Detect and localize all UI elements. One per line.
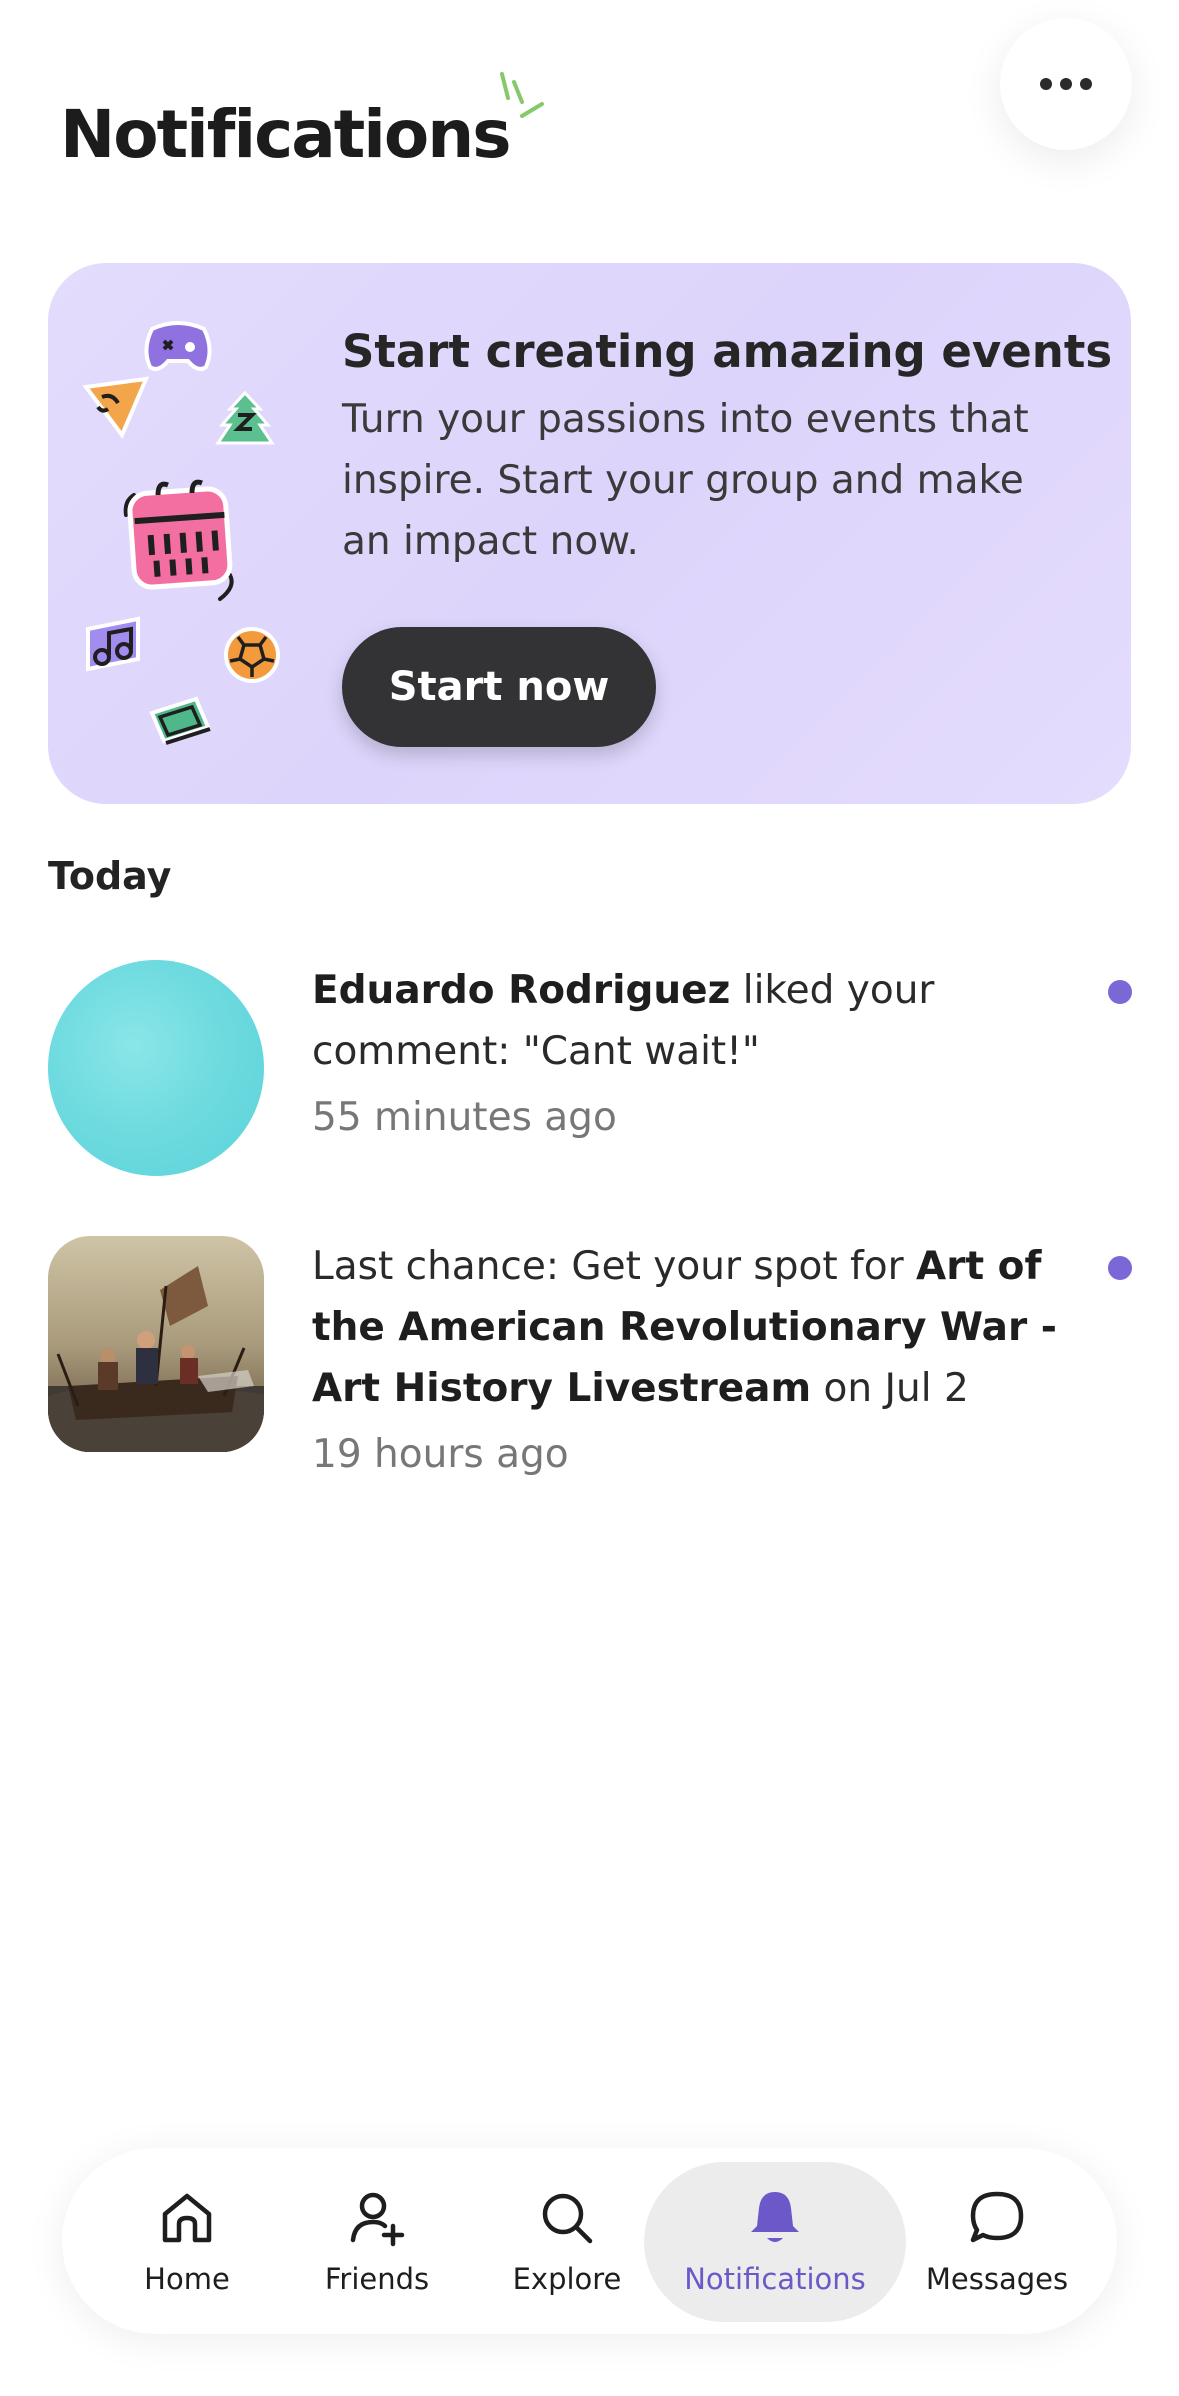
soccer-ball-icon (224, 627, 280, 683)
tab-notifications[interactable]: Notifications (644, 2148, 906, 2334)
promo-title: Start creating amazing events (342, 325, 1113, 378)
notification-suffix: on Jul 2 (811, 1366, 969, 1411)
event-thumbnail (48, 1236, 264, 1452)
laptop-icon (149, 696, 211, 745)
notification-item[interactable]: Eduardo Rodriguez liked your comment: "C… (48, 960, 1132, 1190)
add-friend-icon (350, 2192, 405, 2247)
search-icon (542, 2193, 593, 2244)
tab-friends[interactable]: Friends (312, 2148, 442, 2334)
tab-label: Messages (925, 2262, 1069, 2296)
tab-explore[interactable]: Explore (502, 2148, 632, 2334)
notification-actor: Eduardo Rodriguez (312, 968, 731, 1013)
tab-label: Notifications (684, 2262, 866, 2296)
music-note-icon (86, 616, 140, 672)
painting-image (48, 1236, 264, 1452)
bottom-tab-bar: Home Friends Explore Notifications Messa… (62, 2148, 1117, 2334)
game-controller-icon (144, 321, 212, 371)
header: Notifications (0, 0, 1179, 240)
sparkle-icon (500, 72, 544, 118)
notification-item[interactable]: Last chance: Get your spot for Art of th… (48, 1236, 1132, 1486)
tab-label: Home (144, 2262, 230, 2296)
notification-time: 55 minutes ago (312, 1095, 617, 1140)
unread-indicator (1108, 980, 1132, 1004)
home-icon (162, 2193, 212, 2243)
notification-prefix: Last chance: Get your spot for (312, 1244, 917, 1289)
start-now-button[interactable]: Start now (342, 627, 656, 747)
more-options-button[interactable] (1000, 18, 1132, 150)
bell-icon (751, 2192, 799, 2242)
tree-icon (215, 390, 275, 445)
unread-indicator (1108, 1256, 1132, 1280)
pizza-icon (82, 376, 150, 439)
tab-messages[interactable]: Messages (922, 2148, 1072, 2334)
promo-description: Turn your passions into events that insp… (342, 397, 1029, 564)
page-title: Notifications (60, 96, 512, 173)
calendar-icon (123, 479, 234, 601)
promo-card: Start creating amazing events Turn your … (48, 263, 1131, 804)
section-heading-today: Today (48, 854, 172, 898)
tab-label: Friends (324, 2262, 430, 2296)
tab-home[interactable]: Home (122, 2148, 252, 2334)
tab-label: Explore (512, 2262, 622, 2296)
notification-text: Last chance: Get your spot for Art of th… (312, 1236, 1072, 1481)
notification-time: 19 hours ago (312, 1432, 569, 1477)
notification-text: Eduardo Rodriguez liked your comment: "C… (312, 960, 1072, 1144)
chat-bubble-icon (970, 2191, 1024, 2243)
avatar (48, 960, 264, 1176)
more-horizontal-icon (1040, 78, 1092, 90)
